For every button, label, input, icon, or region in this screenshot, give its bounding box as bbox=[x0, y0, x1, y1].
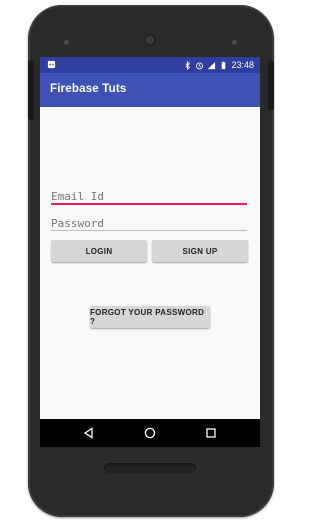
earpiece-dot bbox=[64, 40, 69, 45]
phone-power-button bbox=[268, 60, 274, 110]
android-icon bbox=[47, 60, 56, 69]
bottom-speaker bbox=[104, 463, 196, 473]
home-icon bbox=[144, 427, 156, 439]
email-field-underline bbox=[51, 203, 247, 205]
front-camera bbox=[144, 34, 156, 46]
navigation-bar bbox=[40, 419, 260, 447]
back-icon bbox=[83, 427, 93, 439]
password-field[interactable] bbox=[51, 215, 247, 231]
toolbar-title: Firebase Tuts bbox=[50, 83, 127, 95]
email-field[interactable] bbox=[51, 188, 247, 204]
phone-side-edge-left bbox=[28, 60, 34, 120]
home-button[interactable] bbox=[143, 426, 157, 440]
recents-button[interactable] bbox=[204, 426, 218, 440]
battery-icon bbox=[222, 61, 226, 69]
forgot-password-button[interactable]: FORGOT YOUR PASSWORD ? bbox=[90, 306, 210, 328]
proximity-sensor bbox=[232, 40, 237, 45]
app-screen: 23:48 Firebase Tuts LOGIN SIGN UP FORGOT… bbox=[40, 57, 260, 447]
login-button[interactable]: LOGIN bbox=[51, 240, 147, 262]
sign-up-button[interactable]: SIGN UP bbox=[152, 240, 248, 262]
app-toolbar: Firebase Tuts bbox=[40, 73, 260, 107]
back-button[interactable] bbox=[82, 426, 96, 440]
status-time: 23:48 bbox=[231, 60, 254, 70]
signal-icon bbox=[208, 61, 216, 69]
alarm-icon bbox=[196, 62, 204, 69]
recents-icon bbox=[206, 428, 216, 438]
bluetooth-icon bbox=[185, 60, 191, 70]
password-field-underline bbox=[51, 230, 247, 231]
status-bar: 23:48 bbox=[40, 57, 260, 73]
